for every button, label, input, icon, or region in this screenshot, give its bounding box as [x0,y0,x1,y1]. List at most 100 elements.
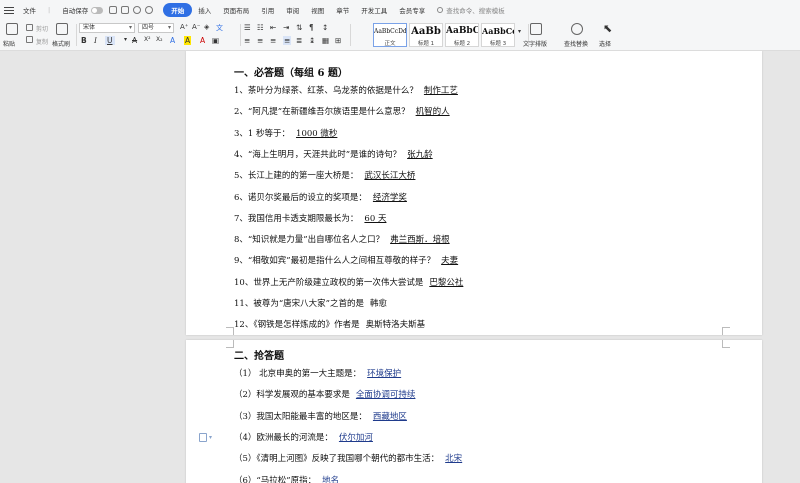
tab-view[interactable]: 视图 [305,5,330,15]
indent-decrease-icon[interactable]: ⇤ [270,23,276,32]
undo-icon[interactable] [133,6,142,14]
question-line[interactable]: 7、我国信用卡透支期限最长为： 60 天 [234,212,386,224]
autosave-toggle[interactable] [91,6,104,14]
question-line[interactable]: 1、茶叶分为绿茶、红茶、乌龙茶的依据是什么？ 制作工艺 [234,84,458,96]
distributed-icon[interactable]: ≣ [296,36,302,45]
justify-icon[interactable]: ≡ [283,36,292,45]
question-line[interactable]: 4、“海上生明月，天涯共此时”是谁的诗句？ 张九龄 [234,148,433,160]
question-line[interactable]: 12、《钢铁是怎样炼成的》作者是 奥斯特洛夫斯基 [234,318,425,330]
font-size-select[interactable]: 四号 [138,23,174,33]
paragraph-handle-icon[interactable] [199,433,207,442]
copy-icon[interactable] [26,36,33,43]
print-icon[interactable] [121,6,130,14]
tab-home[interactable]: 开始 [163,3,193,17]
tab-chapter[interactable]: 章节 [330,5,355,15]
select-icon[interactable]: ⬉ [603,22,612,35]
paste-icon[interactable] [6,23,18,35]
style-normal[interactable]: AaBbCcDd 正文 [373,23,407,47]
shrink-font-icon[interactable]: A⁻ [192,23,200,31]
char-border-icon[interactable]: ▣ [212,36,219,45]
question-line[interactable]: 11、被尊为“唐宋八大家”之首的是 韩愈 [234,297,387,309]
font-color-icon[interactable]: A [170,36,175,45]
question-text: 10、世界上无产阶级建立政权的第一次伟大尝试是 [234,277,424,288]
bullet-list-icon[interactable]: ☰ [244,23,251,32]
cut-button[interactable]: 剪切 [36,24,48,33]
page-2[interactable]: 二、抢答题 （1） 北京申奥的第一大主题是： 环境保护 （2）科学发展观的基本要求是… [186,340,762,483]
find-replace-icon[interactable] [571,23,583,35]
menu-icon[interactable] [4,6,14,14]
format-painter-button[interactable]: 格式刷 [52,39,70,48]
question-line[interactable]: （4）欧洲最长的河流是： 伏尔加河 [234,431,373,443]
cut-icon[interactable] [26,24,33,31]
format-painter-icon[interactable] [56,23,68,35]
question-line[interactable]: 5、长江上建的的第一座大桥是： 武汉长江大桥 [234,169,415,181]
align-right-icon[interactable]: ≡ [270,36,276,45]
font-name-select[interactable]: 宋体 [79,23,135,33]
text-color-icon[interactable]: A [200,36,205,45]
grow-font-icon[interactable]: A⁺ [180,23,188,31]
clear-format-icon[interactable]: ◈ [204,23,209,31]
show-marks-icon[interactable]: ¶ [309,23,314,32]
copy-button[interactable]: 复制 [36,37,48,46]
text-layout-icon[interactable] [530,23,542,35]
tab-review[interactable]: 审阅 [280,5,305,15]
question-text: 3、1 秒等于： [234,128,291,139]
numbered-list-icon[interactable]: ☷ [257,23,264,32]
style-heading-1-name: 标题 1 [417,41,435,47]
answer-text: 弗兰西斯．培根 [390,235,450,246]
subscript-icon[interactable]: X₂ [156,36,163,43]
highlight-icon[interactable]: A [184,36,192,45]
tab-developer[interactable]: 开发工具 [355,5,393,15]
question-text: 11、被尊为“唐宋八大家”之首的是 [234,299,365,309]
italic-icon[interactable]: I [94,36,97,45]
style-heading-1[interactable]: AaBb 标题 1 [409,23,443,47]
question-line[interactable]: （1） 北京申奥的第一大主题是： 环境保护 [234,367,401,379]
align-left-icon[interactable]: ≡ [244,36,250,45]
question-line[interactable]: 10、世界上无产阶级建立政权的第一次伟大尝试是 巴黎公社 [234,276,463,288]
question-line[interactable]: （2）科学发展观的基本要求是 全面协调可持续 [234,388,415,400]
bold-icon[interactable]: B [81,36,87,45]
find-replace-button[interactable]: 查找替换 [564,39,588,48]
question-line[interactable]: 6、诺贝尔奖最后的设立的奖项是： 经济学奖 [234,191,407,203]
tab-references[interactable]: 引用 [255,5,280,15]
question-line[interactable]: 3、1 秒等于： 1000 微秒 [234,127,337,139]
style-heading-2[interactable]: AaBbC 标题 2 [445,23,479,47]
tab-insert[interactable]: 插入 [192,5,217,15]
question-line[interactable]: 2、“阿凡提”在新疆维吾尔族语里是什么意思？ 机智的人 [234,105,450,117]
text-direction-icon[interactable]: ↕ [322,23,328,32]
style-heading-3[interactable]: AaBbCc 标题 3 [481,23,515,47]
tab-member[interactable]: 会员专享 [393,5,431,15]
phonetic-icon[interactable]: 文 [216,23,223,33]
underline-icon[interactable]: U [105,36,115,45]
strikethrough-icon[interactable]: A [132,36,137,45]
save-icon[interactable] [109,6,118,14]
border-icon[interactable]: ⊞ [335,36,341,45]
underline-dropdown-icon[interactable]: ▾ [124,36,127,43]
question-text: 7、我国信用卡透支期限最长为： [234,213,359,224]
line-spacing-icon[interactable]: ↨ [309,36,315,45]
command-search[interactable]: 查找命令、搜索模板 [437,5,505,15]
select-button[interactable]: 选择 [599,39,611,48]
document-area[interactable]: 一、必答题（每组 6 题） 1、茶叶分为绿茶、红茶、乌龙茶的依据是什么？ 制作工艺… [0,51,800,483]
page-1[interactable]: 一、必答题（每组 6 题） 1、茶叶分为绿茶、红茶、乌龙茶的依据是什么？ 制作工艺… [186,51,762,335]
indent-increase-icon[interactable]: ⇥ [283,23,289,32]
answer-text: 1000 微秒 [296,128,338,139]
shading-icon[interactable]: ▦ [322,36,329,45]
question-line[interactable]: 9、“相敬如宾”最初是指什么人之间相互尊敬的样子？ 夫妻 [234,254,458,266]
question-line[interactable]: 8、“知识就是力量”出自哪位名人之口？ 弗兰西斯．培根 [234,233,450,245]
question-line[interactable]: （5）《清明上河图》反映了我国哪个朝代的都市生活： 北宋 [234,452,462,464]
align-center-icon[interactable]: ≡ [257,36,263,45]
style-heading-3-name: 标题 3 [489,41,507,47]
paragraph-handle-dropdown-icon[interactable]: ▾ [209,434,212,441]
question-line[interactable]: （6）“马拉松”原指： 地名 [234,474,339,483]
sort-icon[interactable]: ⇅ [296,23,302,32]
text-layout-button[interactable]: 文字排版 [523,39,547,48]
styles-more-icon[interactable]: ▾ [518,28,521,35]
paste-button[interactable]: 粘贴 [3,39,15,48]
superscript-icon[interactable]: X² [144,36,151,43]
file-menu[interactable]: 文件 [17,5,42,15]
tab-page-layout[interactable]: 页面布局 [217,5,255,15]
answer-text: 全面协调可持续 [355,390,416,401]
redo-icon[interactable] [145,6,154,14]
question-line[interactable]: （3）我国太阳能最丰富的地区是： 西藏地区 [234,410,407,422]
